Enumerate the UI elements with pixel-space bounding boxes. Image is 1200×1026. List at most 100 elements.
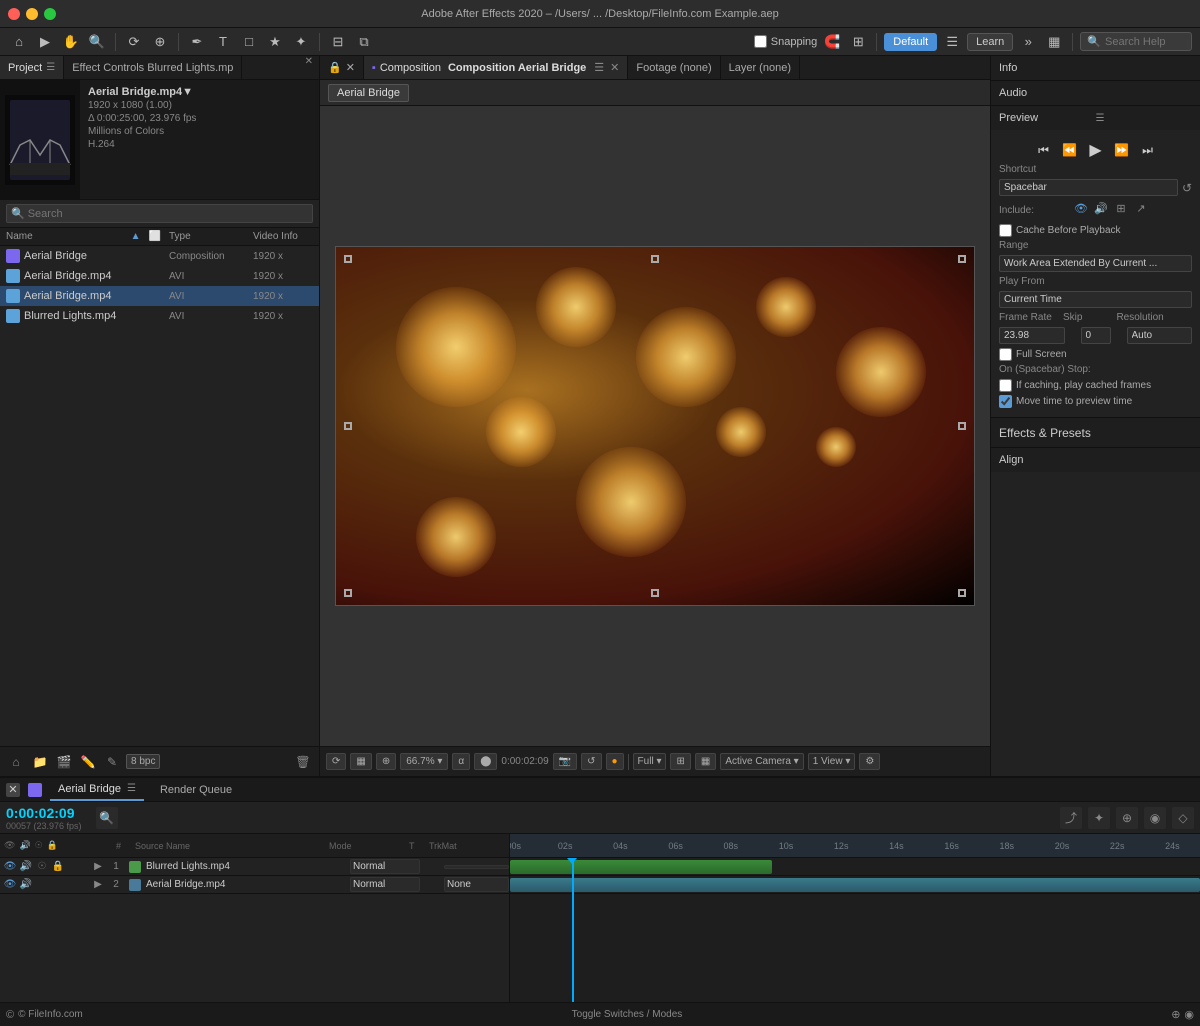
camera-icon[interactable]: 📷 [553, 753, 577, 770]
if-caching-checkbox[interactable] [999, 379, 1012, 392]
snapping-checkbox[interactable] [754, 35, 767, 48]
brush-icon[interactable]: ✏️ [78, 752, 98, 772]
workspace-button[interactable]: Default [884, 33, 937, 51]
color-picker[interactable]: ⬤ [474, 753, 497, 770]
step-back-button[interactable]: ⏪ [1060, 140, 1080, 160]
project-search-field[interactable]: 🔍 [6, 204, 313, 223]
search-box[interactable]: 🔍 [1080, 32, 1192, 51]
camera-rotate-icon[interactable]: ⟳ [123, 31, 145, 53]
col-header-info[interactable]: Video Info [253, 231, 313, 242]
video-include-icon[interactable]: 👁 [1073, 200, 1089, 216]
graph-icon[interactable]: ⧉ [353, 31, 375, 53]
layer-1-visibility[interactable]: 👁 [3, 860, 17, 874]
ruler-bar[interactable]: 0:00s 02s 04s 06s 08s 10s 12s 14s 16s 18… [510, 834, 1200, 858]
panels-icon[interactable]: ▦ [1043, 31, 1065, 53]
resolution-selector[interactable]: Full ▾ [633, 753, 667, 770]
go-to-start-button[interactable]: ⏮ [1034, 140, 1054, 160]
preview-header[interactable]: Preview ☰ [991, 106, 1200, 130]
tab-project[interactable]: Project ☰ [0, 56, 64, 79]
col-header-type[interactable]: Type [169, 231, 249, 242]
close-button[interactable] [8, 8, 20, 20]
snapping-tl-icon[interactable]: ⊕ [1116, 807, 1138, 829]
viewer-tab-layer[interactable]: Layer (none) [721, 56, 800, 79]
export-include-icon[interactable]: ↗ [1133, 200, 1149, 216]
solo-icon[interactable]: ✦ [1088, 807, 1110, 829]
viewer-tab-comp[interactable]: ▪ Composition Composition Aerial Bridge … [364, 56, 628, 79]
mini-flowchart-icon[interactable]: ⊕ [1171, 1008, 1180, 1021]
project-item-0[interactable]: Aerial Bridge Composition 1920 x [0, 246, 319, 266]
playhead[interactable] [572, 858, 574, 1002]
blend-icon[interactable]: ◉ [1144, 807, 1166, 829]
preview-menu-icon[interactable]: ☰ [1096, 113, 1193, 124]
current-time-display[interactable]: 0:00:02:09 [6, 805, 82, 821]
cache-before-playback-checkbox[interactable] [999, 224, 1012, 237]
toggle-switches-label[interactable]: Toggle Switches / Modes [572, 1009, 683, 1020]
project-item-2[interactable]: Aerial Bridge.mp4 AVI 1920 x [0, 286, 319, 306]
shortcut-select[interactable]: Spacebar [999, 179, 1178, 196]
layer-2-solo[interactable] [35, 878, 49, 892]
refresh-icon[interactable]: ↺ [581, 753, 601, 770]
move-time-checkbox[interactable] [999, 395, 1012, 408]
audio-header[interactable]: Audio [991, 81, 1200, 105]
comp-button[interactable]: ◉ [1184, 1008, 1194, 1021]
resolution-select[interactable]: Auto [1127, 327, 1193, 344]
grid-icon[interactable]: ⊞ [847, 31, 869, 53]
step-forward-button[interactable]: ⏩ [1112, 140, 1132, 160]
layer-1-lock[interactable]: 🔒 [51, 860, 65, 874]
layer-1-mode-select[interactable]: Normal [350, 859, 420, 874]
comp-name-tag[interactable]: Aerial Bridge [328, 84, 409, 102]
alpha-toggle[interactable]: α [452, 753, 470, 770]
skip-input[interactable] [1081, 327, 1111, 344]
lock-tab-close[interactable]: ✕ [346, 61, 355, 74]
audio-include-icon[interactable]: 🔊 [1093, 200, 1109, 216]
pen-tool-icon[interactable]: ✒ [186, 31, 208, 53]
expand-icon[interactable]: » [1017, 31, 1039, 53]
viewer-tab-footage[interactable]: Footage (none) [628, 56, 720, 79]
layer-2-trk-select[interactable]: None [444, 877, 509, 892]
layer-2-visibility[interactable]: 👁 [3, 878, 17, 892]
puppet-tool-icon[interactable]: ✦ [290, 31, 312, 53]
type-tool-icon[interactable]: T [212, 31, 234, 53]
view-count-selector[interactable]: 1 View ▾ [808, 753, 856, 770]
timeline-tab-render[interactable]: Render Queue [152, 778, 240, 801]
maximize-button[interactable] [44, 8, 56, 20]
full-screen-checkbox[interactable] [999, 348, 1012, 361]
align-icon[interactable]: ⊟ [327, 31, 349, 53]
viewer-settings[interactable]: ⚙ [859, 753, 880, 770]
footage-icon[interactable]: 🎬 [54, 752, 74, 772]
info-header[interactable]: Info [991, 56, 1200, 80]
camera-selector[interactable]: Active Camera ▾ [720, 753, 803, 770]
search-input[interactable] [1105, 36, 1185, 48]
align-section[interactable]: Align [991, 448, 1200, 472]
viewer-grid[interactable]: ⊞ [670, 753, 690, 770]
edit-icon[interactable]: ✎ [102, 752, 122, 772]
layer-2-mode-select[interactable]: Normal [350, 877, 420, 892]
go-to-end-button[interactable]: ⏭ [1138, 140, 1158, 160]
safe-margins-icon[interactable]: ⊕ [376, 753, 396, 770]
camera-track-icon[interactable]: ⊕ [149, 31, 171, 53]
comp-tab-close[interactable]: ✕ [610, 61, 619, 74]
rect-tool-icon[interactable]: □ [238, 31, 260, 53]
always-preview-icon[interactable]: ⟳ [326, 753, 346, 770]
learn-button[interactable]: Learn [967, 33, 1013, 51]
layer-2-audio[interactable]: 🔊 [19, 878, 33, 892]
effects-presets-section[interactable]: Effects & Presets [991, 418, 1200, 448]
viewer-options-icon[interactable]: ▦ [350, 753, 371, 770]
col-header-name[interactable]: Name [6, 231, 127, 242]
new-folder-icon[interactable]: 📁 [30, 752, 50, 772]
panel-menu-icon[interactable]: ☰ [46, 62, 55, 73]
project-search-input[interactable] [28, 208, 308, 220]
layer-1-expand[interactable]: ▶ [90, 859, 106, 875]
range-select[interactable]: Work Area Extended By Current ... [999, 255, 1192, 272]
magnet-icon[interactable]: 🧲 [821, 31, 843, 53]
panel-close-icon[interactable]: ✕ [299, 56, 319, 79]
play-button[interactable]: ▶ [1086, 140, 1106, 160]
delete-icon[interactable]: 🗑 [293, 752, 313, 772]
timeline-tab-comp[interactable]: Aerial Bridge ☰ [50, 778, 144, 801]
home-icon[interactable]: ⌂ [8, 31, 30, 53]
layer-2-lock[interactable] [51, 878, 65, 892]
new-comp-icon[interactable]: ⌂ [6, 752, 26, 772]
minimize-button[interactable] [26, 8, 38, 20]
layer-2-expand[interactable]: ▶ [90, 877, 106, 893]
keyframe-icon[interactable]: ◇ [1172, 807, 1194, 829]
